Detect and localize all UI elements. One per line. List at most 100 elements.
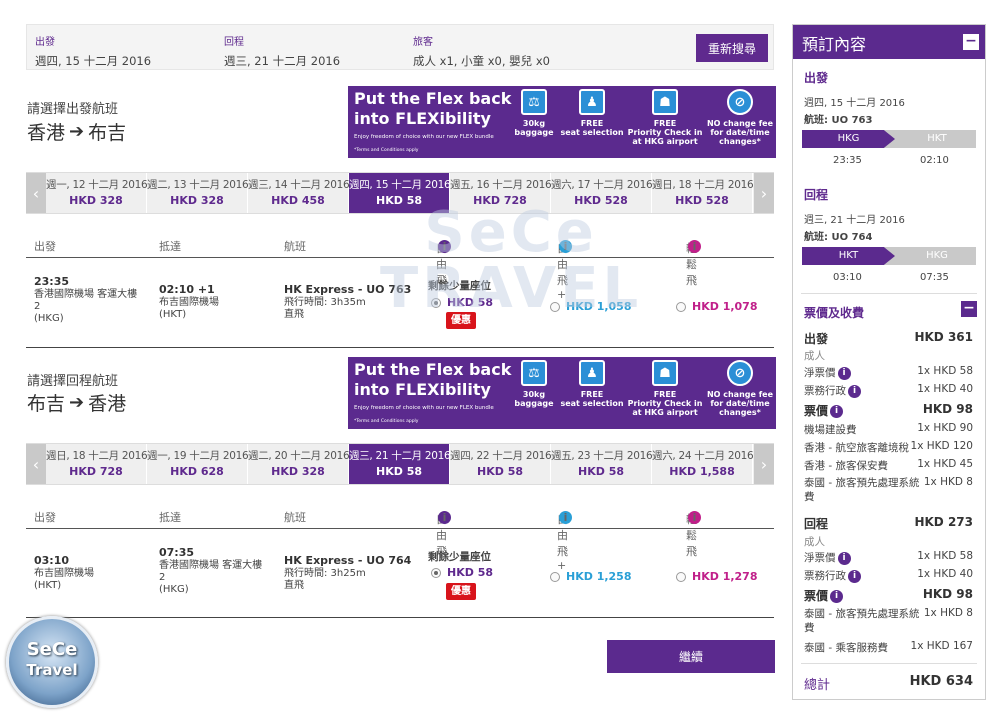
fee-adult-label: 成人 xyxy=(804,350,825,362)
flex-promo-banner[interactable]: Put the Flex back into FLEXibility Enjoy… xyxy=(348,357,776,429)
radio-selected[interactable] xyxy=(431,567,441,578)
radio[interactable] xyxy=(676,301,686,312)
promo-headline: Put the Flex back into FLEXibility xyxy=(354,360,511,400)
chevron-left-icon[interactable]: ‹ xyxy=(26,173,46,213)
inbound-date-option-selected[interactable]: 週三, 21 十二月 2016 HKD 58 xyxy=(349,444,451,484)
outbound-date-option[interactable]: 週一, 12 十二月 2016 HKD 328 xyxy=(46,173,148,213)
inbound-table-header: 出發 抵達 航班 自由飛i 自由飛+i 輕鬆飛i xyxy=(26,507,774,572)
research-button[interactable]: 重新搜尋 xyxy=(696,34,768,62)
arr-airport: 香港國際機場 客運大樓 xyxy=(159,560,263,571)
flex-promo-banner[interactable]: Put the Flex back into FLEXibility Enjoy… xyxy=(348,86,776,158)
logo-line1: SeCe xyxy=(26,639,78,660)
info-icon[interactable]: i xyxy=(688,511,701,524)
info-icon[interactable]: i xyxy=(559,511,572,524)
promo-feature-nochange: ⊘ NO change fee for date/time changes* xyxy=(706,89,774,146)
inbound-date-option[interactable]: 週五, 23 十二月 2016 HKD 58 xyxy=(551,444,653,484)
fee-return-total: HKD 273 xyxy=(914,515,973,529)
promo-headline: Put the Flex back into FLEXibility xyxy=(354,89,511,129)
date-price: HKD 328 xyxy=(69,194,123,207)
fee-departure-tax-label: 香港 - 航空旅客離境稅 xyxy=(804,442,909,454)
inbound-flight-cell: HK Express - UO 764 飛行時間: 3h25m 直飛 xyxy=(284,555,411,592)
continue-button[interactable]: 繼續 xyxy=(607,640,775,673)
fee-net-fare-label: 淨票價 xyxy=(804,552,836,564)
fare-light-option[interactable]: HKD 1,078 xyxy=(676,300,757,313)
info-icon[interactable]: i xyxy=(830,590,844,603)
info-icon[interactable]: i xyxy=(688,240,701,253)
feature-line: 30kg xyxy=(522,119,546,128)
date-price: HKD 328 xyxy=(170,194,224,207)
chevron-left-icon[interactable]: ‹ xyxy=(26,444,46,484)
date-label: 週三, 21 十二月 2016 xyxy=(349,450,451,462)
inbound-date-option[interactable]: 週四, 22 十二月 2016 HKD 58 xyxy=(450,444,552,484)
outbound-date-option[interactable]: 週三, 14 十二月 2016 HKD 458 xyxy=(248,173,350,213)
info-icon[interactable]: i xyxy=(837,551,851,565)
arrow-right-icon: ➔ xyxy=(69,392,85,413)
outbound-flight-row: 23:35 香港國際機場 客運大樓 2 (HKG) 02:10 +1 布吉國際機… xyxy=(26,262,774,348)
inbound-date-option[interactable]: 週日, 18 十二月 2016 HKD 728 xyxy=(46,444,148,484)
route-from: HKG xyxy=(802,130,895,148)
dep-time: 03:10 xyxy=(34,554,70,567)
radio-selected[interactable] xyxy=(431,297,441,308)
feature-line: for date/time xyxy=(710,128,770,137)
fare-free-option[interactable]: HKD 58 xyxy=(431,566,493,579)
inbound-date-option[interactable]: 週二, 20 十二月 2016 HKD 328 xyxy=(248,444,350,484)
outbound-date-option[interactable]: 週二, 13 十二月 2016 HKD 328 xyxy=(147,173,249,213)
seats-left: 剩餘少量座位 xyxy=(428,551,491,563)
fare-price: HKD 1,278 xyxy=(692,570,758,583)
sidebar-depart-dep-time: 23:35 xyxy=(833,155,862,166)
chevron-right-icon[interactable]: › xyxy=(754,173,774,213)
chevron-right-icon[interactable]: › xyxy=(754,444,774,484)
date-price: HKD 328 xyxy=(271,465,325,478)
fee-depart-total: HKD 361 xyxy=(914,330,973,344)
info-icon[interactable]: i xyxy=(438,511,451,524)
fee-admin: 票務行政 i xyxy=(804,383,894,398)
inbound-depart-cell: 03:10 布吉國際機場 (HKT) xyxy=(34,555,94,592)
date-price: HKD 728 xyxy=(69,465,123,478)
priority-checkin-icon: ☗ xyxy=(652,360,678,386)
outbound-date-option[interactable]: 週五, 16 十二月 2016 HKD 728 xyxy=(450,173,552,213)
date-label: 週四, 22 十二月 2016 xyxy=(450,450,552,462)
date-price: HKD 58 xyxy=(477,465,523,478)
fare-plus-option[interactable]: HKD 1,058 xyxy=(550,300,631,313)
outbound-date-option-selected[interactable]: 週四, 15 十二月 2016 HKD 58 xyxy=(349,173,451,213)
fee-th-proc-value: 1x HKD 8 xyxy=(923,607,973,619)
info-icon[interactable]: i xyxy=(848,569,861,583)
date-label: 週一, 19 十二月 2016 xyxy=(147,450,249,462)
info-icon[interactable]: i xyxy=(848,384,861,398)
radio[interactable] xyxy=(550,301,560,312)
sidebar-depart-flight: 航班: UO 763 xyxy=(804,115,873,126)
feature-line: 30kg xyxy=(522,390,546,399)
date-label: 週五, 23 十二月 2016 xyxy=(551,450,653,462)
radio[interactable] xyxy=(550,571,560,582)
collapse-icon[interactable]: − xyxy=(963,34,979,50)
feature-line: NO change fee xyxy=(706,390,774,399)
sidebar-depart-heading: 出發 xyxy=(804,71,829,85)
info-icon[interactable]: i xyxy=(830,405,844,418)
route-to: HKT xyxy=(927,133,947,144)
fare-plus-option[interactable]: HKD 1,258 xyxy=(550,570,631,583)
feature-line: changes* xyxy=(719,137,761,146)
sidebar-depart-arr-time: 02:10 xyxy=(920,155,949,166)
info-icon[interactable]: i xyxy=(559,240,572,253)
outbound-to: 布吉 xyxy=(88,122,127,144)
fee-net-fare-label: 淨票價 xyxy=(804,367,836,379)
sidebar-return-heading: 回程 xyxy=(804,188,829,202)
fee-admin: 票務行政 i xyxy=(804,568,894,583)
arr-airport: 布吉國際機場 xyxy=(159,297,219,308)
inbound-date-option[interactable]: 週六, 24 十二月 2016 HKD 1,588 xyxy=(652,444,754,484)
fare-free-option[interactable]: HKD 58 xyxy=(431,296,493,309)
radio[interactable] xyxy=(676,571,686,582)
outbound-date-option[interactable]: 週六, 17 十二月 2016 HKD 528 xyxy=(551,173,653,213)
fee-admin-value: 1x HKD 40 xyxy=(917,568,973,580)
promo-headline-line1: Put the Flex back xyxy=(354,89,512,108)
date-label: 週日, 18 十二月 2016 xyxy=(46,450,148,462)
collapse-icon[interactable]: − xyxy=(961,301,977,317)
info-icon[interactable]: i xyxy=(438,240,451,253)
info-icon[interactable]: i xyxy=(837,366,851,380)
dep-time: 23:35 xyxy=(34,275,70,288)
fee-net-fare-value: 1x HKD 58 xyxy=(917,550,973,562)
outbound-flight-cell: HK Express - UO 763 飛行時間: 3h35m 直飛 xyxy=(284,284,411,321)
outbound-date-option[interactable]: 週日, 18 十二月 2016 HKD 528 xyxy=(652,173,754,213)
inbound-date-option[interactable]: 週一, 19 十二月 2016 HKD 628 xyxy=(147,444,249,484)
fare-light-option[interactable]: HKD 1,278 xyxy=(676,570,757,583)
